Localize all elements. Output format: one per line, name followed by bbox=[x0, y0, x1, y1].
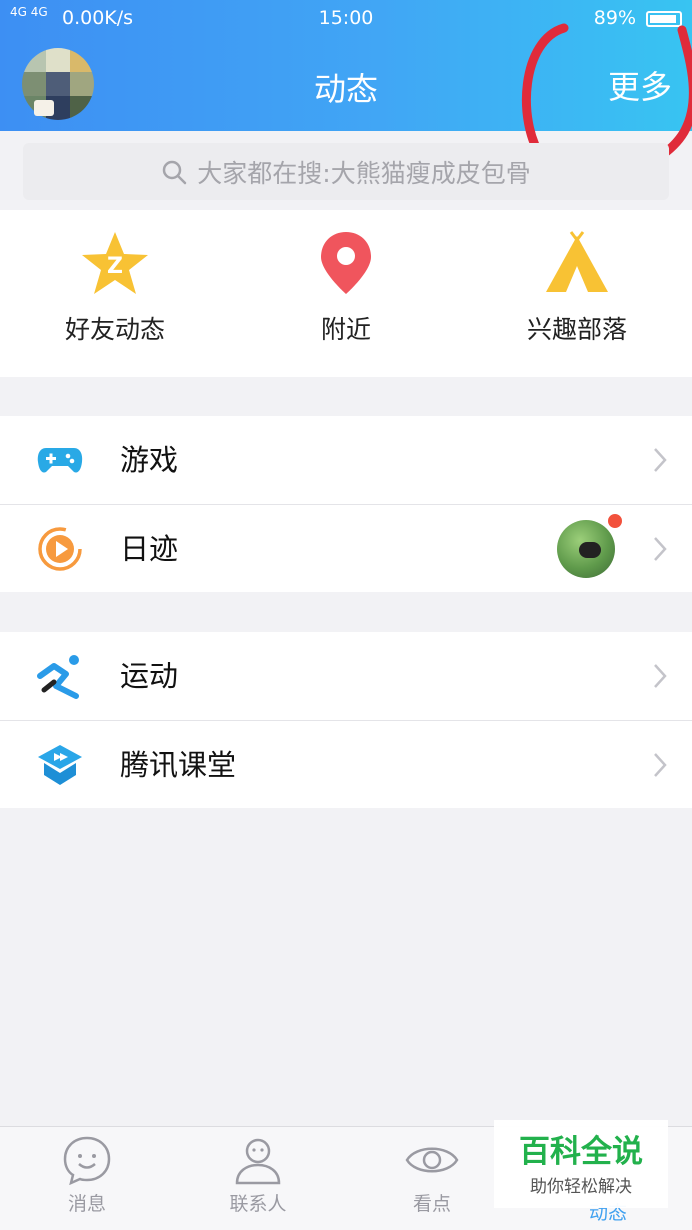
chevron-right-icon bbox=[654, 664, 667, 688]
quick-label: 好友动态 bbox=[64, 315, 165, 344]
quick-nearby[interactable]: 附近 bbox=[246, 230, 446, 346]
quick-actions: Z 好友动态 附近 兴趣部落 bbox=[0, 210, 692, 377]
menu-item-daily-traces[interactable]: 日迹 bbox=[0, 504, 692, 592]
chevron-right-icon bbox=[654, 753, 667, 777]
svg-text:Z: Z bbox=[107, 254, 123, 279]
watermark-subtitle: 助你轻松解决 bbox=[530, 1177, 632, 1197]
gamepad-icon bbox=[37, 448, 83, 473]
tab-label: 消息 bbox=[67, 1193, 106, 1215]
eye-icon bbox=[405, 1147, 459, 1173]
menu-item-games[interactable]: 游戏 bbox=[0, 416, 692, 504]
watermark: 百科全说 助你轻松解决 bbox=[494, 1120, 668, 1208]
menu-label: 运动 bbox=[120, 659, 179, 693]
tab-label: 联系人 bbox=[229, 1193, 287, 1215]
menu-label: 腾讯课堂 bbox=[120, 748, 237, 782]
quick-label: 附近 bbox=[320, 315, 371, 344]
menu-item-tencent-classroom[interactable]: 腾讯课堂 bbox=[0, 720, 692, 808]
search-placeholder: 大家都在搜:大熊猫瘦成皮包骨 bbox=[197, 158, 531, 188]
chevron-right-icon bbox=[654, 537, 667, 561]
menu-label: 游戏 bbox=[120, 443, 179, 477]
running-icon bbox=[37, 655, 79, 699]
quick-label: 兴趣部落 bbox=[526, 315, 627, 344]
tab-contacts[interactable]: 联系人 bbox=[198, 1135, 318, 1216]
tent-icon bbox=[546, 231, 608, 292]
location-pin-icon bbox=[321, 232, 371, 294]
daily-traces-thumbnail bbox=[557, 520, 615, 578]
search-bar[interactable]: 大家都在搜:大熊猫瘦成皮包骨 bbox=[23, 143, 669, 200]
person-icon bbox=[235, 1138, 281, 1185]
menu-group-1: 游戏 日迹 bbox=[0, 416, 692, 592]
qzone-star-icon: Z bbox=[82, 232, 148, 294]
tab-messages[interactable]: 消息 bbox=[27, 1135, 147, 1216]
menu-label: 日迹 bbox=[120, 532, 179, 566]
menu-group-2: 运动 腾讯课堂 bbox=[0, 632, 692, 808]
quick-interest-tribe[interactable]: 兴趣部落 bbox=[477, 230, 677, 346]
unread-dot-badge bbox=[606, 512, 624, 530]
tab-label: 看点 bbox=[412, 1193, 451, 1215]
chevron-right-icon bbox=[654, 448, 667, 472]
watermark-title: 百科全说 bbox=[519, 1134, 643, 1170]
quick-friend-feed[interactable]: Z 好友动态 bbox=[15, 230, 215, 346]
menu-item-sports[interactable]: 运动 bbox=[0, 632, 692, 720]
tab-kandian[interactable]: 看点 bbox=[372, 1135, 492, 1216]
play-circle-icon bbox=[38, 527, 82, 571]
chat-bubble-icon bbox=[63, 1136, 111, 1185]
classroom-icon bbox=[38, 745, 82, 785]
search-icon bbox=[163, 160, 187, 184]
